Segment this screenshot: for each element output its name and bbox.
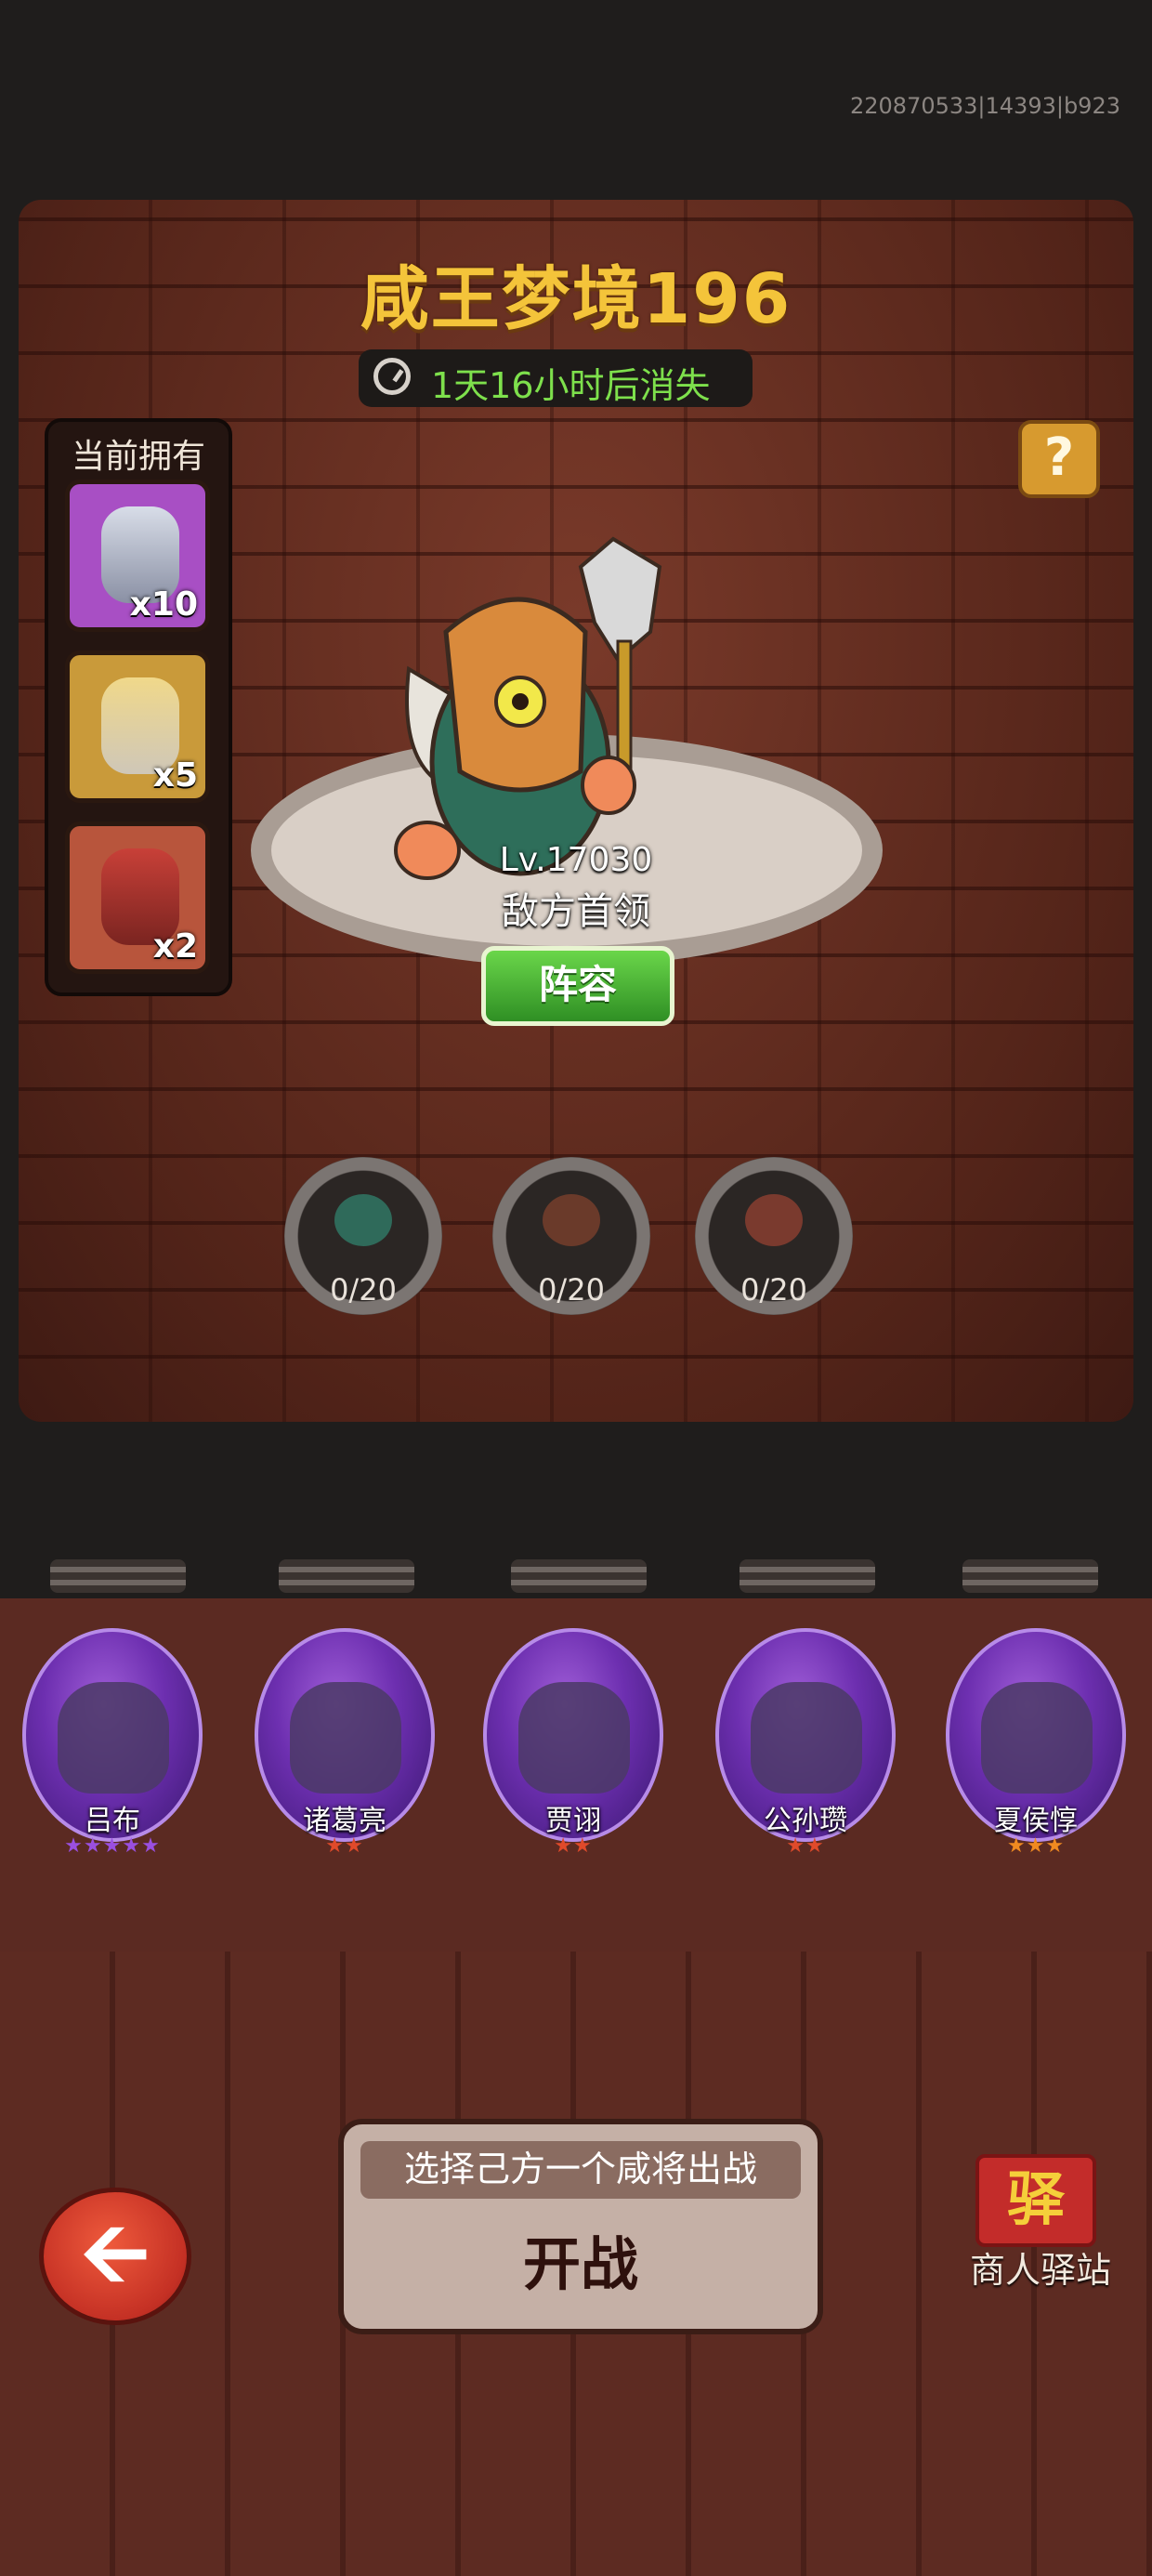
vent-grill: [962, 1559, 1098, 1593]
fist-icon: [745, 1194, 803, 1246]
inventory-panel: 当前拥有 x10 x5 x2: [45, 418, 232, 996]
element-chamber-2: 0/20: [492, 1157, 650, 1315]
hero-card-lvbu[interactable]: 吕布 ★★★★★: [13, 1628, 212, 1858]
vent-grill: [511, 1559, 647, 1593]
back-button[interactable]: 🡨: [39, 2188, 191, 2325]
star-icon: ★: [141, 1834, 161, 1858]
battle-panel: 选择己方一个咸将出战 开战: [338, 2119, 823, 2334]
timer-text: 1天16小时后消失: [431, 365, 711, 406]
star-icon: ★: [554, 1834, 573, 1858]
merchant-post-button[interactable]: 驿 商人驿站: [957, 2154, 1124, 2293]
fist-icon: [334, 1194, 392, 1246]
hero-card-zhugeliang[interactable]: 诸葛亮 ★★: [245, 1628, 444, 1858]
hero-stars: ★★: [474, 1834, 673, 1858]
inventory-slot-salt-jar[interactable]: x2: [65, 821, 210, 974]
boss-title: 敌方首领: [502, 890, 650, 933]
help-button[interactable]: ?: [1018, 420, 1100, 498]
battle-hint: 选择己方一个咸将出战: [360, 2141, 801, 2199]
star-icon: ★: [83, 1834, 103, 1858]
item-quantity: x2: [152, 927, 198, 966]
hero-portrait: [981, 1682, 1093, 1794]
hero-name: 夏侯惇: [994, 1805, 1078, 1837]
star-icon: ★: [345, 1834, 364, 1858]
star-icon: ★: [573, 1834, 593, 1858]
hero-name: 公孙瓒: [764, 1805, 847, 1837]
vent-grill: [740, 1559, 875, 1593]
item-quantity: x10: [129, 585, 198, 624]
star-icon: ★: [1045, 1834, 1066, 1858]
hero-name: 诸葛亮: [303, 1805, 386, 1837]
element-chamber-1: 0/20: [284, 1157, 442, 1315]
hero-stars: ★★★★★: [13, 1834, 212, 1858]
merchant-label: 商人驿站: [969, 2250, 1111, 2291]
chamber-count: 0/20: [740, 1272, 807, 1308]
fist-icon: [543, 1194, 600, 1246]
hero-stars: ★★★: [936, 1834, 1135, 1858]
hero-portrait: [58, 1682, 169, 1794]
build-id-text: 220870533|14393|b923: [850, 93, 1120, 119]
chamber-count: 0/20: [538, 1272, 605, 1308]
inventory-slot-salt-sack[interactable]: x5: [65, 651, 210, 803]
inventory-slot-salt-shaker[interactable]: x10: [65, 480, 210, 632]
hero-portrait: [518, 1682, 630, 1794]
boss-level: Lv.17030: [499, 841, 653, 879]
start-battle-button[interactable]: 开战: [344, 2217, 818, 2301]
star-icon: ★: [102, 1834, 123, 1858]
chamber-count: 0/20: [330, 1272, 397, 1308]
star-icon: ★: [1006, 1834, 1027, 1858]
hero-stars: ★★: [245, 1834, 444, 1858]
hero-portrait: [751, 1682, 862, 1794]
inventory-label: 当前拥有: [71, 438, 205, 476]
hero-name: 贾诩: [545, 1805, 601, 1837]
page-title: 咸王梦境196: [360, 259, 792, 339]
star-icon: ★: [325, 1834, 345, 1858]
star-icon: ★: [805, 1834, 825, 1858]
hero-card-jiaxu[interactable]: 贾诩 ★★: [474, 1628, 673, 1858]
vent-grill: [50, 1559, 186, 1593]
star-icon: ★: [1026, 1834, 1046, 1858]
hero-portrait: [290, 1682, 401, 1794]
hero-stars: ★★: [706, 1834, 905, 1858]
element-chamber-3: 0/20: [695, 1157, 853, 1315]
hero-card-gongsunzan[interactable]: 公孙瓒 ★★: [706, 1628, 905, 1858]
hero-card-xiahoudun[interactable]: 夏侯惇 ★★★: [936, 1628, 1135, 1858]
star-icon: ★: [122, 1834, 142, 1858]
hero-name: 吕布: [85, 1805, 140, 1837]
merchant-flag-icon: 驿: [975, 2154, 1096, 2247]
lineup-button[interactable]: 阵容: [481, 946, 674, 1026]
star-icon: ★: [64, 1834, 84, 1858]
item-quantity: x5: [152, 756, 198, 795]
clock-icon: [373, 358, 411, 395]
star-icon: ★: [786, 1834, 805, 1858]
expiry-timer: 1天16小时后消失: [359, 349, 753, 407]
vent-grill: [279, 1559, 414, 1593]
